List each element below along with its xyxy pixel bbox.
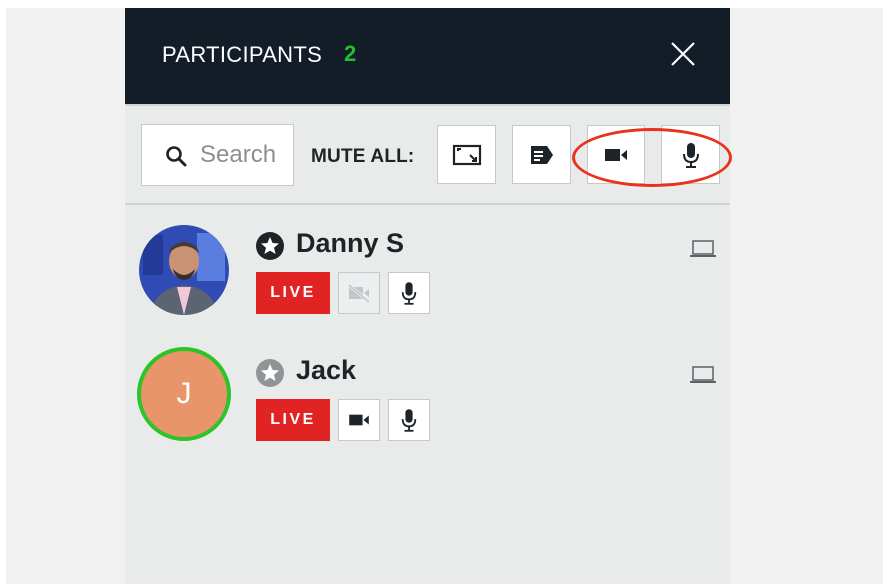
avatar: J bbox=[137, 347, 231, 441]
participant-video-toggle[interactable] bbox=[338, 272, 380, 314]
toolbar-divider bbox=[125, 203, 730, 205]
host-star-icon bbox=[256, 232, 284, 260]
mute-all-label: MUTE ALL: bbox=[311, 146, 415, 167]
close-icon bbox=[671, 42, 695, 66]
participant-audio-toggle[interactable] bbox=[388, 272, 430, 314]
laptop-icon bbox=[690, 240, 716, 257]
video-camera-icon bbox=[349, 414, 369, 426]
participant-name: Danny S bbox=[296, 228, 405, 258]
avatar bbox=[139, 225, 229, 315]
participant-video-toggle[interactable] bbox=[338, 399, 380, 441]
panel-header: PARTICIPANTS 2 bbox=[125, 8, 730, 104]
close-button[interactable] bbox=[665, 36, 701, 72]
chat-icon bbox=[530, 145, 553, 164]
mute-all-chat-button[interactable] bbox=[512, 125, 571, 184]
star-icon bbox=[256, 359, 284, 387]
search-icon bbox=[166, 146, 187, 167]
panel-title: PARTICIPANTS bbox=[162, 42, 323, 67]
avatar-photo-icon bbox=[139, 225, 229, 315]
live-badge: LIVE bbox=[256, 399, 330, 441]
participant-row: J Jack LIVE bbox=[125, 347, 730, 465]
participants-panel: PARTICIPANTS 2 MUTE ALL: bbox=[125, 8, 732, 584]
participant-row: Danny S LIVE bbox=[125, 225, 730, 343]
mute-all-audio-button[interactable] bbox=[661, 125, 720, 184]
search-input[interactable] bbox=[200, 139, 284, 171]
mute-all-screenshare-button[interactable] bbox=[437, 125, 496, 184]
screen-share-icon bbox=[452, 144, 481, 165]
microphone-icon bbox=[401, 409, 417, 432]
header-divider bbox=[125, 104, 730, 106]
microphone-icon bbox=[401, 282, 417, 305]
search-field[interactable] bbox=[141, 124, 294, 186]
participant-count: 2 bbox=[344, 41, 357, 66]
microphone-icon bbox=[682, 142, 699, 168]
video-camera-icon bbox=[605, 148, 627, 161]
live-badge: LIVE bbox=[256, 272, 330, 314]
mute-all-video-button[interactable] bbox=[587, 125, 645, 184]
participant-name: Jack bbox=[296, 355, 357, 385]
laptop-icon bbox=[690, 366, 716, 383]
video-off-icon bbox=[348, 283, 370, 304]
participant-audio-toggle[interactable] bbox=[388, 399, 430, 441]
